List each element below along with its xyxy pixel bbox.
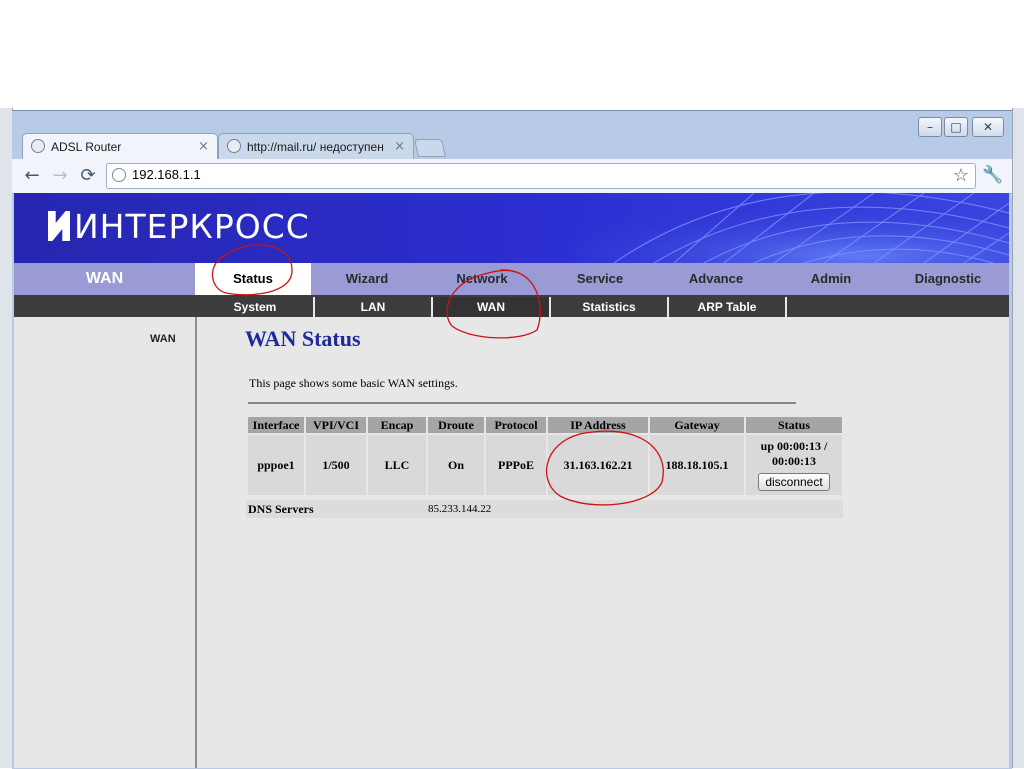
page-title: WAN Status [245,326,361,351]
dns-label: DNS Servers [248,502,314,516]
cell-encap: LLC [368,435,426,495]
subnav-system[interactable]: System [197,297,315,317]
subnav-lan[interactable]: LAN [315,297,433,317]
wan-status-table: Interface VPI/VCI Encap Droute Protocol … [246,415,844,497]
disconnect-button[interactable]: disconnect [758,473,830,491]
header-protocol: Protocol [486,417,546,433]
address-text[interactable]: 192.168.1.1 [132,163,201,187]
close-icon: ✕ [982,120,994,134]
cell-protocol: PPPoE [486,435,546,495]
table-header-row: Interface VPI/VCI Encap Droute Protocol … [248,417,842,433]
header-vpi-vci: VPI/VCI [306,417,366,433]
page-description: This page shows some basic WAN settings. [249,376,458,390]
tab-close-icon[interactable]: × [198,134,209,160]
nav-status[interactable]: Status [195,263,311,295]
cell-vpi-vci: 1/500 [306,435,366,495]
minimize-icon: – [927,120,933,134]
globe-grid-graphic [574,193,1009,263]
maximize-icon: □ [950,120,962,134]
nav-advance[interactable]: Advance [659,263,773,295]
subnav-statistics[interactable]: Statistics [551,297,669,317]
tab-adsl-router[interactable]: ADSL Router × [22,133,218,160]
nav-diagnostic[interactable]: Diagnostic [889,263,1007,295]
desktop-right-edge [1012,108,1024,768]
header-gateway: Gateway [650,417,744,433]
dns-row [246,500,843,518]
page-globe-icon [112,168,126,182]
section-title: WAN [85,270,124,287]
cell-gateway: 188.18.105.1 [650,435,744,495]
cell-ip-address: 31.163.162.21 [548,435,648,495]
reload-icon: ⟳ [80,165,96,186]
header-encap: Encap [368,417,426,433]
left-menu [14,317,197,768]
nav-wizard[interactable]: Wizard [311,263,423,295]
brand-name: ИНТЕРКРОСС [74,207,310,246]
brand-logo: ИНТЕРКРОСС [48,207,310,247]
forward-arrow-icon: → [52,165,68,186]
header-ip-address: IP Address [548,417,648,433]
tab-mail-ru[interactable]: http://mail.ru/ недоступен × [218,133,414,160]
globe-icon [31,139,45,153]
header-interface: Interface [248,417,304,433]
subnav-arp-table[interactable]: ARP Table [669,297,787,317]
bookmark-star-icon[interactable]: ☆ [949,163,973,187]
cell-interface: pppoe1 [248,435,304,495]
header-status: Status [746,417,842,433]
left-menu-item-wan[interactable]: WAN [150,333,176,345]
tab-label: ADSL Router [51,140,122,154]
divider [248,402,796,404]
address-bar[interactable] [106,163,976,189]
nav-admin[interactable]: Admin [773,263,889,295]
forward-button[interactable]: → [48,164,72,188]
status-text: up 00:00:13 / 00:00:13 [760,439,828,468]
dns-value: 85.233.144.22 [428,503,492,515]
subnav-wan[interactable]: WAN [433,297,551,317]
maximize-button[interactable]: □ [944,117,968,137]
nav-network[interactable]: Network [423,263,541,295]
nav-service[interactable]: Service [541,263,659,295]
logo-k-mark [48,211,70,241]
reload-button[interactable]: ⟳ [76,164,100,188]
new-tab-button[interactable] [414,139,446,157]
cell-status: up 00:00:13 / 00:00:13 disconnect [746,435,842,495]
back-arrow-icon: ← [24,165,40,186]
globe-icon [227,139,241,153]
back-button[interactable]: ← [20,164,44,188]
tab-label: http://mail.ru/ недоступен [247,140,384,154]
cell-droute: On [428,435,484,495]
wrench-menu-icon[interactable]: 🔧 [982,163,1004,187]
minimize-button[interactable]: – [918,117,942,137]
close-window-button[interactable]: ✕ [972,117,1004,137]
header-droute: Droute [428,417,484,433]
table-row: pppoe1 1/500 LLC On PPPoE 31.163.162.21 … [248,435,842,495]
tab-close-icon[interactable]: × [394,134,405,160]
